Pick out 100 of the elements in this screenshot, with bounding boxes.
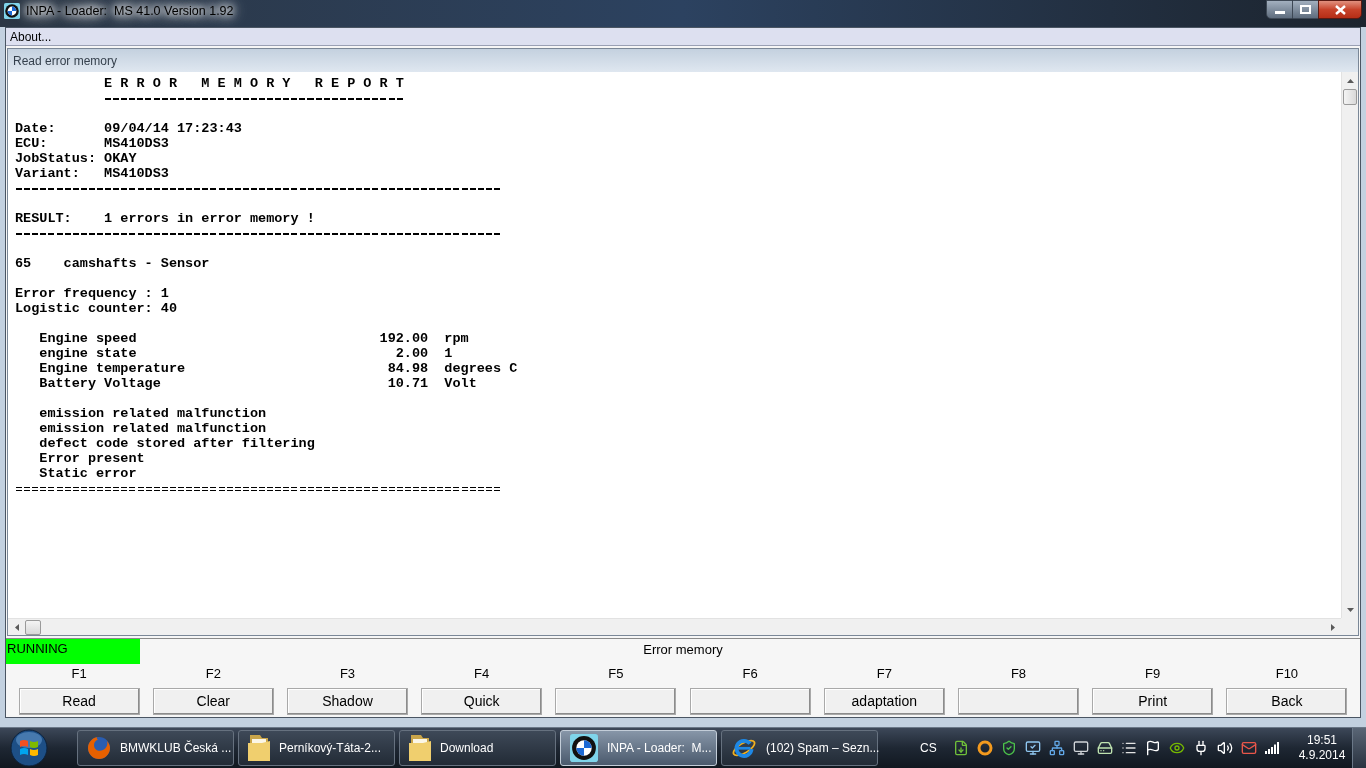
- roundel-icon: [570, 734, 598, 762]
- error-status-text: defect code stored after filtering: [39, 436, 315, 451]
- key-label: F6: [742, 666, 758, 681]
- mail-icon[interactable]: [1240, 740, 1257, 756]
- up-arrow-icon: [1346, 78, 1354, 83]
- key-label: F5: [608, 666, 624, 681]
- folder-icon: [248, 735, 270, 761]
- function-button[interactable]: adaptation: [823, 688, 945, 715]
- close-icon: [1334, 4, 1346, 15]
- horizontal-scrollbar[interactable]: [8, 618, 1341, 635]
- condition-name: engine state: [39, 346, 137, 361]
- menu-item[interactable]: About...: [6, 28, 56, 45]
- result-text: 1 errors in error memory !: [104, 211, 315, 226]
- error-status-text: Static error: [39, 466, 137, 481]
- monitor-icon[interactable]: [1072, 740, 1089, 756]
- start-button[interactable]: [8, 728, 50, 768]
- condition-unit: degrees C: [444, 361, 518, 376]
- maximize-icon: [1300, 5, 1311, 14]
- counter-value: 40: [160, 301, 178, 316]
- status-caption: Error memory: [643, 642, 723, 659]
- condition-name: Engine temperature: [39, 361, 186, 376]
- function-button[interactable]: [958, 688, 1079, 715]
- right-arrow-icon: [1330, 623, 1335, 631]
- function-button[interactable]: Shadow: [287, 688, 408, 715]
- key-label: F8: [1010, 666, 1027, 681]
- shield-check-icon[interactable]: [1000, 740, 1017, 756]
- function-button[interactable]: [555, 688, 677, 715]
- show-desktop-button[interactable]: [1352, 728, 1366, 768]
- window-title: INPA - Loader: MS 41.0 Version 1.92: [26, 2, 234, 20]
- signal-icon[interactable]: [1264, 742, 1279, 754]
- key-label: F2: [205, 666, 221, 681]
- key-label: F3: [339, 666, 356, 681]
- key-label: F4: [474, 666, 490, 681]
- condition-value: 192.00: [379, 331, 429, 346]
- field-value: 09/04/14 17:23:43: [104, 121, 242, 136]
- function-button[interactable]: Print: [1092, 688, 1214, 715]
- language-indicator[interactable]: CS: [920, 739, 937, 757]
- field-label: JobStatus:: [15, 151, 96, 166]
- minimize-button[interactable]: [1266, 0, 1293, 19]
- field-value: OKAY: [104, 151, 137, 166]
- folder-icon: [409, 735, 431, 761]
- taskbar-button[interactable]: Download: [399, 730, 556, 766]
- clock-time: 19:51: [1307, 733, 1338, 748]
- taskbar-button[interactable]: (102) Spam – Sezn...: [721, 730, 878, 766]
- field-label: ECU:: [15, 136, 48, 151]
- condition-value: 2.00: [395, 346, 429, 361]
- minimize-icon: [1274, 11, 1285, 14]
- taskbar-button[interactable]: INPA - Loader: M...: [560, 730, 717, 766]
- flag-icon[interactable]: [1144, 740, 1161, 756]
- condition-value: 84.98: [387, 361, 429, 376]
- error-code: 65: [15, 256, 32, 271]
- key-label: F10: [1275, 666, 1299, 681]
- error-status-text: Error present: [39, 451, 145, 466]
- scrollbar-thumb[interactable]: [1343, 89, 1357, 105]
- condition-unit: rpm: [444, 331, 469, 346]
- function-button[interactable]: [689, 688, 811, 715]
- field-label: Variant:: [15, 166, 80, 181]
- network-icon[interactable]: [1048, 740, 1065, 756]
- condition-name: Battery Voltage: [39, 376, 161, 391]
- file-download-icon[interactable]: [952, 740, 969, 756]
- speaker-icon[interactable]: [1216, 740, 1233, 756]
- error-status-text: emission related malfunction: [39, 421, 267, 436]
- key-label: F9: [1145, 666, 1161, 681]
- key-label: F7: [876, 666, 892, 681]
- vertical-scrollbar[interactable]: [1341, 72, 1358, 618]
- function-button[interactable]: Quick: [421, 688, 543, 715]
- taskbar-button[interactable]: Perníkový-Táta-2...: [238, 730, 395, 766]
- left-arrow-icon: [14, 623, 19, 631]
- down-arrow-icon: [1346, 607, 1354, 612]
- function-button[interactable]: Read: [18, 688, 140, 715]
- counter-label: Logistic counter:: [15, 301, 153, 316]
- field-label: Date:: [15, 121, 56, 136]
- field-value: MS410DS3: [104, 166, 169, 181]
- function-button[interactable]: Clear: [152, 688, 274, 715]
- list-icon[interactable]: [1120, 740, 1137, 756]
- error-status-text: emission related malfunction: [39, 406, 267, 421]
- frequency-value: 1: [160, 286, 169, 301]
- error-name: camshafts - Sensor: [63, 256, 210, 271]
- field-value: MS410DS3: [104, 136, 169, 151]
- browser-icon: [87, 736, 111, 760]
- function-button[interactable]: Back: [1226, 688, 1348, 715]
- monitor-check-icon[interactable]: [1024, 740, 1041, 756]
- scrollbar-thumb[interactable]: [25, 619, 41, 635]
- status-indicator: RUNNING: [6, 639, 140, 664]
- condition-name: Engine speed: [39, 331, 137, 346]
- orb-flag-icon: [10, 729, 48, 767]
- close-button[interactable]: [1318, 0, 1362, 19]
- clock-date: 4.9.2014: [1298, 748, 1346, 763]
- ring-icon[interactable]: [976, 740, 993, 756]
- eye-icon[interactable]: [1168, 740, 1185, 756]
- key-label: F1: [71, 666, 87, 681]
- condition-unit: Volt: [444, 376, 477, 391]
- report-title: E R R O R M E M O R Y R E P O R T: [104, 76, 404, 91]
- maximize-button[interactable]: [1293, 0, 1318, 19]
- condition-value: 10.71: [387, 376, 429, 391]
- result-label: RESULT:: [15, 211, 72, 226]
- frequency-label: Error frequency :: [15, 286, 153, 301]
- drive-icon[interactable]: [1096, 740, 1113, 756]
- taskbar-button[interactable]: BMWKLUB Česká ...: [77, 730, 234, 766]
- condition-unit: 1: [444, 346, 453, 361]
